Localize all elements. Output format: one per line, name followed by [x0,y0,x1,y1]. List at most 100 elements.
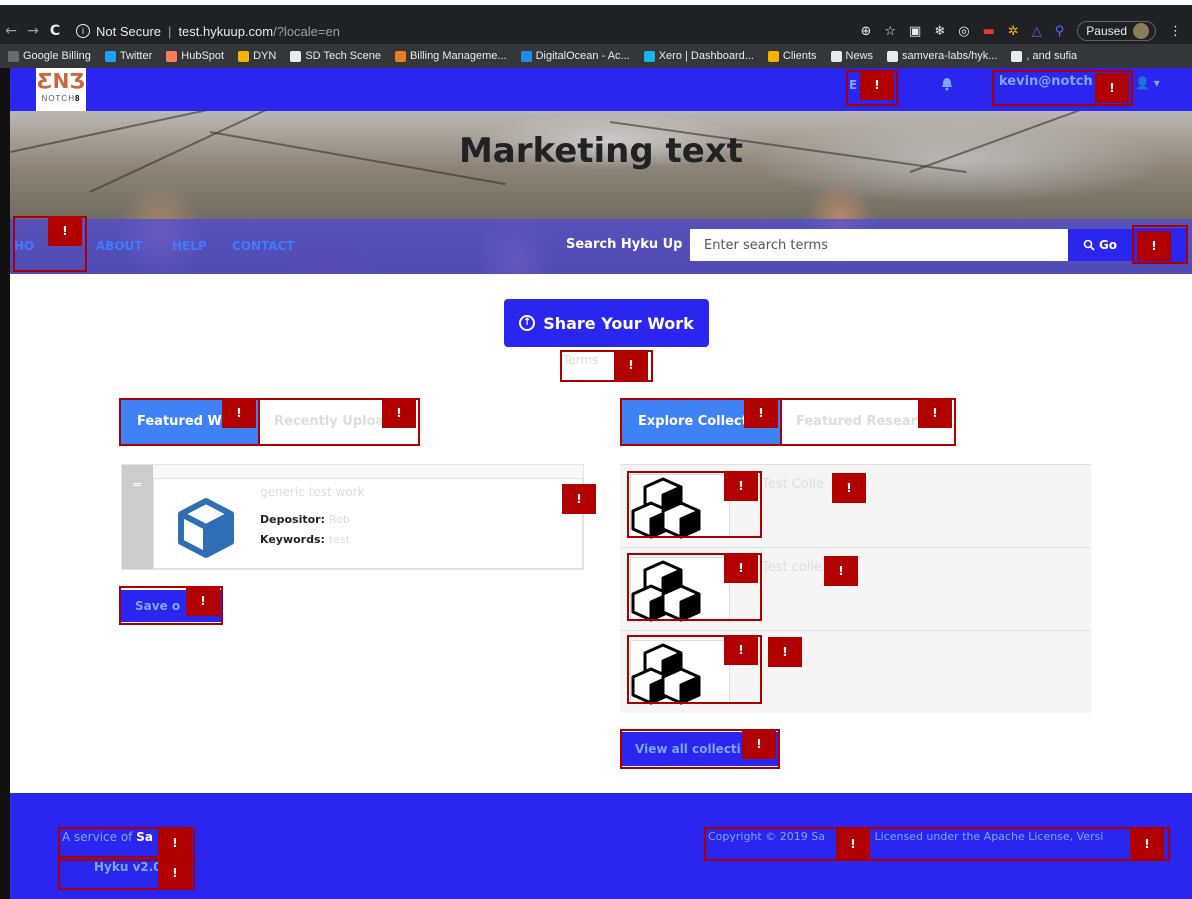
bookmark-item[interactable]: Clients [767,50,817,62]
drag-handle[interactable] [122,465,153,569]
accessibility-alert-icon[interactable]: ! [824,556,858,586]
bookmark-item[interactable]: Xero | Dashboard... [643,50,754,62]
nav-contact[interactable]: CONTACT [232,239,295,253]
search-input[interactable] [690,229,1068,261]
nav-about[interactable]: ABOUT [96,239,143,253]
info-icon[interactable]: i [76,24,90,38]
bookmark-icon [394,50,406,62]
extension-c-icon[interactable]: ▣ [909,24,921,39]
bookmark-icon [290,50,302,62]
share-label: Share Your Work [543,313,694,333]
address-row: ← → C i Not Secure | test.hykuup.com /?l… [0,18,1192,44]
hero-banner: Marketing text HO ABOUT HELP CONTACT Sea… [10,111,1192,274]
accessibility-alert-icon[interactable]: ! [222,398,256,428]
key-icon[interactable]: ⚲ [1055,24,1065,39]
upload-icon: ↑ [519,315,536,331]
menu-icon[interactable]: ⋮ [1169,24,1182,39]
bookmark-label: DigitalOcean - Ac... [535,50,630,62]
bookmark-item[interactable]: samvera-labs/hyk... [887,50,997,62]
logo-mark: ƸNƷ [37,69,85,93]
go-label: Go [1098,238,1118,252]
accessibility-alert-icon[interactable]: ! [836,829,870,859]
accessibility-alert-icon[interactable]: ! [742,729,776,759]
not-secure-label: Not Secure [96,23,162,39]
bookmark-label: DYN [253,50,277,62]
nav-help[interactable]: HELP [172,239,207,253]
bookmark-item[interactable]: SD Tech Scene [290,50,381,62]
accessibility-alert-icon[interactable]: ! [768,637,802,667]
drag-handle-icon [133,483,141,486]
bookmark-label: Google Billing [23,50,91,62]
bookmark-item[interactable]: , and sufia [1011,50,1077,62]
bookmark-icon [104,50,116,62]
bookmark-item[interactable]: Google Billing [8,50,91,62]
bookmark-icon [1011,50,1023,62]
bookmark-label: Clients [782,50,817,62]
search-label: Search Hyku Up [566,237,683,252]
accessibility-alert-icon[interactable]: ! [614,350,648,380]
accessibility-alert-icon[interactable]: ! [382,398,416,428]
user-icon[interactable]: 👤 ▾ [1135,76,1160,90]
react-icon[interactable]: ❄ [934,24,945,39]
gear-icon[interactable]: ✲ [1008,24,1019,39]
keywords-value: test [328,533,351,546]
extension-red-icon[interactable]: ▬ [983,24,995,39]
bookmark-label: News [845,50,874,62]
bookmark-icon [238,50,250,62]
accessibility-alert-icon[interactable]: ! [48,216,82,246]
star-icon[interactable]: ☆ [884,24,896,39]
accessibility-alert-icon[interactable]: ! [724,635,758,665]
accessibility-alert-icon[interactable]: ! [860,70,894,100]
issue-outline [704,827,1170,861]
bookmark-icon [166,50,178,62]
accessibility-alert-icon[interactable]: ! [1130,829,1164,859]
reload-icon[interactable]: C [44,23,66,39]
triangle-icon[interactable]: △ [1032,24,1042,39]
bookmark-item[interactable]: News [830,50,874,62]
accessibility-alert-icon[interactable]: ! [158,858,192,888]
accessibility-alert-icon[interactable]: ! [158,828,192,858]
accessibility-alert-icon[interactable]: ! [832,473,866,503]
logo[interactable]: ƸNƷ NOTCH8 [36,68,86,111]
bell-icon[interactable] [941,77,953,91]
collection-name[interactable]: Test colle [762,560,822,575]
bookmark-icon [520,50,532,62]
bookmark-icon [887,50,899,62]
work-title[interactable]: generic test work [260,485,365,499]
accessibility-alert-icon[interactable]: ! [1137,231,1171,261]
bookmark-item[interactable]: HubSpot [166,50,224,62]
forward-icon[interactable]: → [22,23,44,39]
bookmark-label: HubSpot [181,50,225,62]
share-your-work-button[interactable]: ↑ Share Your Work [504,299,709,347]
address-bar[interactable]: i Not Secure | test.hykuup.com /?locale=… [76,24,340,39]
browser-toolbar: ← → C i Not Secure | test.hykuup.com /?l… [0,0,1192,44]
collection-name[interactable]: Test Colle [762,477,824,492]
bookmark-icon [767,50,779,62]
search-go-button[interactable]: Go [1068,229,1132,261]
record-icon[interactable]: ◎ [958,24,969,39]
hero-nav: HO ABOUT HELP CONTACT Search Hyku Up Go [10,219,1192,274]
hero-title: Marketing text [458,131,744,171]
accessibility-alert-icon[interactable]: ! [918,398,952,428]
bookmark-item[interactable]: Twitter [104,50,152,62]
back-icon[interactable]: ← [0,23,22,39]
featured-works-panel: generic test work Depositor: Rob Keywords… [121,464,584,570]
url-path: /?locale=en [273,23,340,39]
work-card[interactable]: generic test work Depositor: Rob Keywords… [153,478,583,569]
work-thumbnail-icon [178,498,234,558]
zoom-icon[interactable]: ⊕ [860,24,871,39]
bookmark-item[interactable]: DYN [238,50,276,62]
accessibility-alert-icon[interactable]: ! [186,586,220,616]
avatar [1133,23,1149,39]
page: ƸNƷ NOTCH8 E▾ kevin@notch 👤 ▾ Marketing … [10,68,1192,899]
bookmark-item[interactable]: DigitalOcean - Ac... [520,50,630,62]
accessibility-alert-icon[interactable]: ! [724,553,758,583]
depositor-value: Rob [328,513,350,526]
bookmark-icon [8,50,19,62]
accessibility-alert-icon[interactable]: ! [1095,73,1129,103]
accessibility-alert-icon[interactable]: ! [562,484,596,514]
bookmark-item[interactable]: Billing Manageme... [394,50,507,62]
accessibility-alert-icon[interactable]: ! [724,471,758,501]
accessibility-alert-icon[interactable]: ! [744,398,778,428]
profile-button[interactable]: Paused [1077,21,1156,41]
